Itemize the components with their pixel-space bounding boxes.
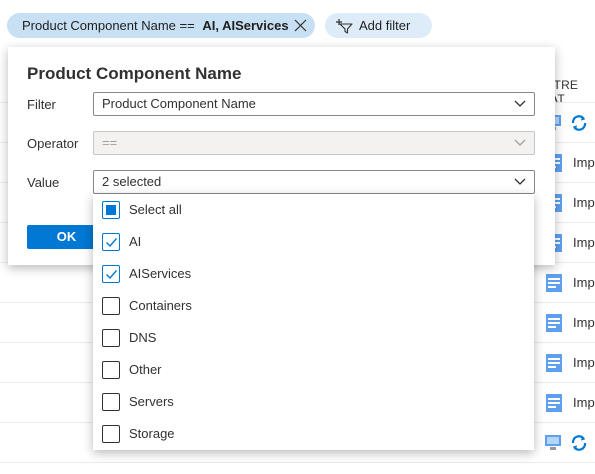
add-filter-icon [336, 18, 353, 34]
vm-icon [545, 435, 561, 450]
checkbox-unchecked[interactable] [102, 425, 120, 443]
option-other[interactable]: Other [93, 354, 534, 386]
row-text: Imp [573, 355, 595, 370]
checkmark-icon [106, 270, 118, 280]
document-icon [546, 354, 562, 372]
active-filter-value: AI, AIServices [202, 18, 289, 33]
option-select-all[interactable]: Select all [93, 194, 534, 226]
option-containers[interactable]: Containers [93, 290, 534, 322]
document-icon [546, 394, 562, 412]
active-filter-name: Product Component Name == [22, 18, 199, 33]
value-select[interactable]: 2 selected [93, 170, 535, 194]
checkbox-unchecked[interactable] [102, 297, 120, 315]
chevron-down-icon [514, 139, 526, 146]
operator-label: Operator [27, 136, 79, 151]
document-icon [546, 274, 562, 292]
option-storage[interactable]: Storage [93, 418, 534, 450]
active-filter-pill[interactable]: Product Component Name == AI, AIServices [7, 13, 315, 38]
chevron-down-icon [514, 178, 526, 185]
option-label: DNS [129, 330, 157, 345]
sync-icon[interactable] [569, 433, 589, 453]
filter-select-value: Product Component Name [102, 96, 256, 111]
add-filter-label: Add filter [359, 18, 411, 33]
checkbox-checked[interactable] [102, 265, 120, 283]
option-label: AI [129, 234, 142, 249]
row-text: Imp [573, 195, 595, 210]
checkbox-checked[interactable] [102, 233, 120, 251]
close-icon[interactable] [294, 19, 307, 32]
option-label: Servers [129, 394, 174, 409]
checkmark-icon [106, 238, 118, 248]
row-divider [0, 462, 595, 463]
value-select-summary: 2 selected [102, 174, 162, 189]
option-servers[interactable]: Servers [93, 386, 534, 418]
option-label: Containers [129, 298, 192, 313]
value-label: Value [27, 175, 60, 190]
option-dns[interactable]: DNS [93, 322, 534, 354]
row-text: Imp [573, 235, 595, 250]
indeterminate-mark [106, 205, 116, 215]
checkbox-partial[interactable] [102, 201, 120, 219]
row-text: Imp [573, 275, 595, 290]
sync-icon[interactable] [569, 113, 589, 133]
checkbox-unchecked[interactable] [102, 393, 120, 411]
option-label: Other [129, 362, 162, 377]
filter-label: Filter [27, 97, 56, 112]
option-label: AIServices [129, 266, 192, 281]
add-filter-button[interactable]: Add filter [325, 13, 432, 38]
row-text: Imp [573, 155, 595, 170]
chevron-down-icon [514, 100, 526, 107]
row-text: Imp [573, 395, 595, 410]
checkbox-unchecked[interactable] [102, 361, 120, 379]
checkbox-unchecked[interactable] [102, 329, 120, 347]
option-label: Storage [129, 426, 175, 441]
filter-select[interactable]: Product Component Name [93, 92, 535, 116]
row-text: Imp [573, 315, 595, 330]
dialog-title: Product Component Name [27, 64, 242, 83]
option-ai[interactable]: AI [93, 226, 534, 258]
value-options-dropdown: Select all AI AIServices Containers DNS … [93, 194, 534, 450]
option-label: Select all [129, 202, 182, 217]
document-icon [546, 314, 562, 332]
operator-select: == [93, 131, 535, 155]
option-aiservices[interactable]: AIServices [93, 258, 534, 290]
operator-select-value: == [102, 135, 118, 150]
